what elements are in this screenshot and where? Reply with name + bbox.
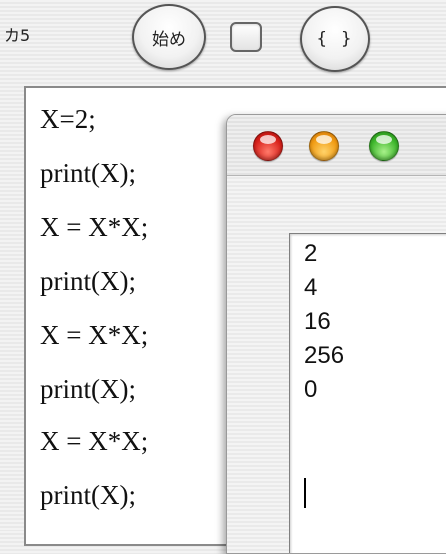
output-console[interactable]: 2 4 16 256 0 xyxy=(289,233,446,553)
brace-button[interactable]: { } xyxy=(300,6,370,72)
close-icon[interactable] xyxy=(253,131,283,161)
toggle-checkbox[interactable] xyxy=(230,22,262,52)
code-line: print(X); xyxy=(40,480,136,510)
code-line: X = X*X; xyxy=(40,426,149,456)
start-button[interactable]: 始め xyxy=(132,4,206,70)
toolbar-label: カ5 xyxy=(4,26,31,45)
code-line: print(X); xyxy=(40,374,136,404)
minimize-icon[interactable] xyxy=(309,131,339,161)
code-line: X = X*X; xyxy=(40,320,149,350)
output-line: 16 xyxy=(304,308,331,335)
code-line: print(X); xyxy=(40,158,136,188)
zoom-icon[interactable] xyxy=(369,131,399,161)
output-line: 4 xyxy=(304,274,318,301)
text-caret xyxy=(304,478,306,508)
code-line: X = X*X; xyxy=(40,212,149,242)
output-window: 2 4 16 256 0 xyxy=(226,114,446,554)
code-line: print(X); xyxy=(40,266,136,296)
window-titlebar[interactable] xyxy=(227,115,446,176)
output-line: 0 xyxy=(304,376,318,403)
output-line: 256 xyxy=(304,342,345,369)
code-line: X=2; xyxy=(40,104,96,134)
output-line: 2 xyxy=(304,240,318,267)
